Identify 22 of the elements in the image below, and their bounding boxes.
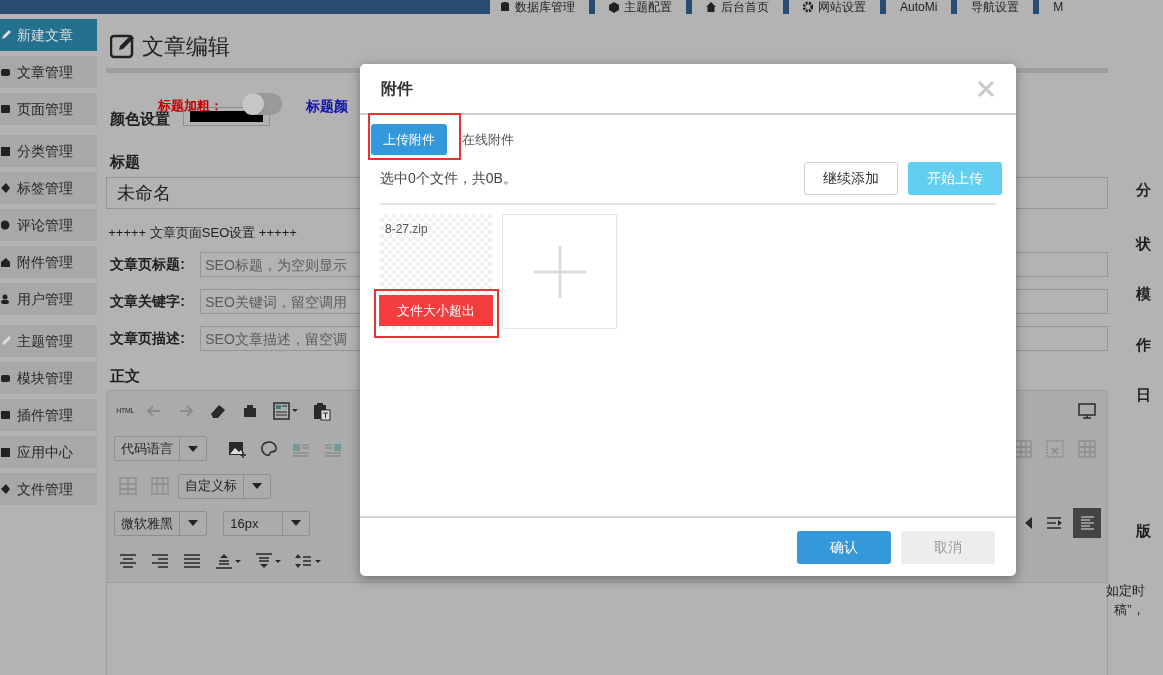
- field-label: 分: [1136, 180, 1152, 200]
- title-color-label: 标题颜: [306, 97, 349, 116]
- field-label: 文章页标题:: [110, 255, 186, 274]
- field-label: 版: [1136, 521, 1152, 541]
- note-text: 稿”，: [1114, 601, 1145, 619]
- file-name: 8-27.zip: [385, 221, 429, 238]
- field-label: 模: [1136, 284, 1152, 304]
- field-label: 作: [1136, 335, 1152, 355]
- field-label: 日: [1136, 385, 1152, 405]
- bold-toggle-label: 标题加粗：: [158, 97, 224, 113]
- field-label: 状: [1136, 234, 1152, 254]
- error-banner: 文件大小超出: [379, 295, 493, 326]
- body-label: 正文: [110, 366, 142, 386]
- field-label: 文章页描述:: [110, 329, 186, 348]
- dialog-title: 附件: [381, 78, 413, 99]
- field-label: 文章关键字:: [110, 292, 186, 311]
- selection-status: 选中0个文件，共0B。: [380, 169, 517, 188]
- note-text: 如定时: [1106, 582, 1146, 600]
- page-title: 文章编辑: [142, 32, 231, 61]
- color-setting-label: 颜色设置: [110, 110, 171, 129]
- title-label: 标题: [110, 152, 142, 172]
- seo-section-heading: +++++ 文章页面SEO设置 +++++: [108, 223, 297, 242]
